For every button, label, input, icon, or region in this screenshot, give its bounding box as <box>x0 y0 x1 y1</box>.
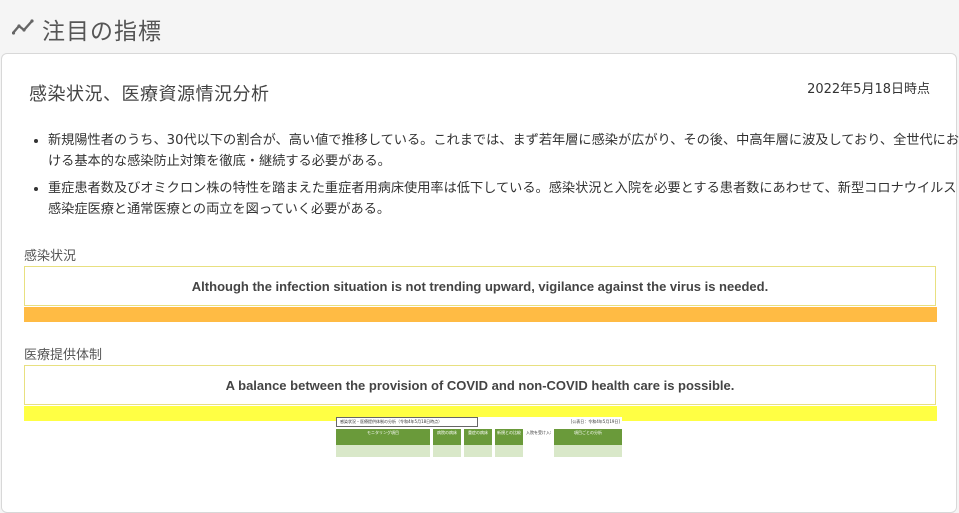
infection-status-bar <box>24 307 937 322</box>
thumbnail-date: [公表日：令和4年5月19日] <box>570 419 620 424</box>
infection-label: 感染状況 <box>24 249 77 264</box>
thumbnail-heading: 感染状況・医療提供体制の分析（令和4年5月18日時点） <box>336 417 478 427</box>
thumbnail-fill <box>336 445 430 457</box>
thumbnail-fill <box>554 445 622 457</box>
medical-status-message: A balance between the provision of COVID… <box>24 365 936 405</box>
thumbnail-cell: 新規との比較 <box>495 429 523 445</box>
thumbnail-cell: 入院を受け入れ <box>526 429 551 445</box>
section-title: 注目の指標 <box>42 19 162 45</box>
summary-item: 重症患者数及びオミクロン株の特性を踏まえた重症者用病床使用率は低下している。感染… <box>48 178 959 220</box>
thumbnail-fill <box>433 445 461 457</box>
trend-line-icon <box>12 19 34 35</box>
infection-status-message: Although the infection situation is not … <box>24 266 936 306</box>
report-thumbnail[interactable]: 感染状況・医療提供体制の分析（令和4年5月18日時点） [公表日：令和4年5月1… <box>336 417 622 457</box>
section-header: 注目の指標 <box>0 0 959 52</box>
thumbnail-cell: 項目ごとの分析 <box>554 429 622 445</box>
thumbnail-fill <box>495 445 523 457</box>
medical-label: 医療提供体制 <box>24 348 103 363</box>
summary-list: 新規陽性者のうち、30代以下の割合が、高い値で推移している。これまでは、まず若年… <box>24 130 959 226</box>
summary-item: 新規陽性者のうち、30代以下の割合が、高い値で推移している。これまでは、まず若年… <box>48 130 959 172</box>
card-date: 2022年5月18日時点 <box>807 82 930 97</box>
thumbnail-cell: モニタリング項目 <box>336 429 430 445</box>
thumbnail-fill <box>464 445 492 457</box>
thumbnail-cell: 重症の病床 <box>464 429 492 445</box>
thumbnail-cell: 病院の病床 <box>433 429 461 445</box>
card-title: 感染状況、医療資源情況分析 <box>29 84 270 105</box>
